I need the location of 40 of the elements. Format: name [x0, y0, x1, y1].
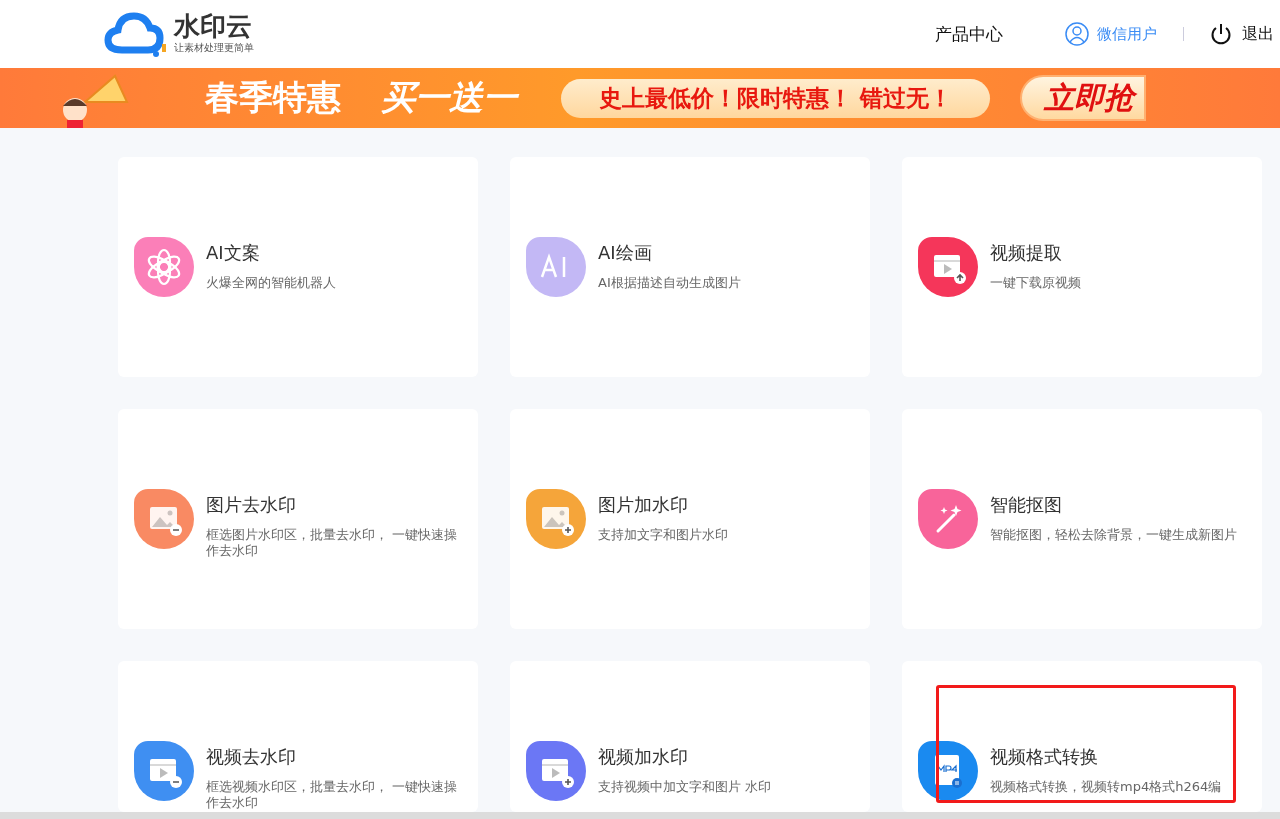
user-icon[interactable] [1065, 22, 1089, 46]
card-title: 视频加水印 [598, 745, 689, 769]
card-description: 支持加文字和图片水印 [598, 527, 728, 543]
user-name[interactable]: 微信用户 [1097, 24, 1157, 44]
logo-slogan: 让素材处理更简单 [174, 41, 254, 55]
card-description: 火爆全网的智能机器人 [206, 275, 336, 291]
cloud-logo-icon [104, 10, 168, 58]
card-description: 框选视频水印区，批量去水印， 一键快速操作去水印 [206, 779, 458, 811]
card-title: 视频去水印 [206, 745, 297, 769]
card-description: 智能抠图，轻松去除背景，一键生成新图片 [990, 527, 1237, 543]
card-description: AI根据描述自动生成图片 [598, 275, 741, 291]
logo-name: 水印云 [174, 13, 253, 39]
card-description: 一键下载原视频 [990, 275, 1081, 291]
card-title: 视频格式转换 [990, 745, 1099, 769]
scrollbar[interactable] [0, 812, 1280, 819]
tool-card[interactable]: 智能抠图 智能抠图，轻松去除背景，一键生成新图片 [902, 409, 1262, 629]
card-description: 视频格式转换，视频转mp4格式h264编 [990, 779, 1222, 795]
tool-card[interactable]: 视频格式转换 视频格式转换，视频转mp4格式h264编 [902, 661, 1262, 812]
buy-now-button[interactable]: 立即抢 [1020, 75, 1146, 121]
tool-card[interactable]: 图片去水印 框选图片水印区，批量去水印， 一键快速操作去水印 [118, 409, 478, 629]
card-title: AI文案 [206, 241, 261, 265]
banner-title: 春季特惠 [205, 76, 341, 119]
tool-card[interactable]: 视频加水印 支持视频中加文字和图片 水印 [510, 661, 870, 812]
card-title: 智能抠图 [990, 493, 1063, 517]
logout-link[interactable]: 退出 [1242, 23, 1274, 45]
promo-banner[interactable]: 春季特惠 买一送一 史上最低价！限时特惠！ 错过无！ 立即抢 [0, 68, 1280, 128]
nav-link[interactable]: 产品中心 [935, 22, 1003, 46]
tool-card[interactable]: 视频去水印 框选视频水印区，批量去水印， 一键快速操作去水印 [118, 661, 478, 812]
card-description: 框选图片水印区，批量去水印， 一键快速操作去水印 [206, 527, 458, 559]
tool-card[interactable]: AI文案 火爆全网的智能机器人 [118, 157, 478, 377]
tool-card[interactable]: 图片加水印 支持加文字和图片水印 [510, 409, 870, 629]
card-title: AI绘画 [598, 241, 653, 265]
card-title: 视频提取 [990, 241, 1063, 265]
card-title: 图片加水印 [598, 493, 689, 517]
card-title: 图片去水印 [206, 493, 297, 517]
tool-card[interactable]: 视频提取 一键下载原视频 [902, 157, 1262, 377]
tool-card[interactable]: AI绘画 AI根据描述自动生成图片 [510, 157, 870, 377]
power-icon[interactable] [1210, 23, 1232, 45]
banner-slogan: 史上最低价！限时特惠！ 错过无！ [561, 78, 990, 118]
card-description: 支持视频中加文字和图片 水印 [598, 779, 772, 795]
